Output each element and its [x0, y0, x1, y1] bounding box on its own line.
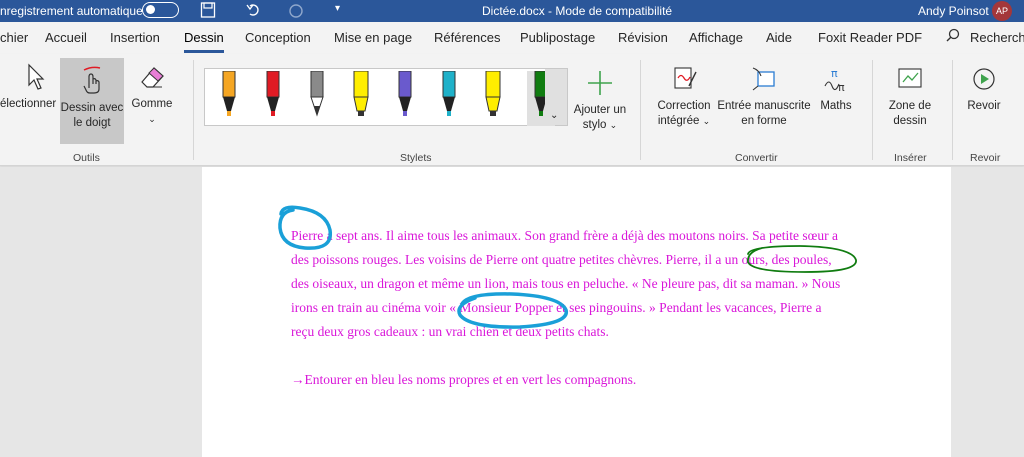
pen-teal-icon[interactable] [435, 70, 463, 126]
autosave-label: nregistrement automatique [0, 4, 143, 18]
pencil-gray-icon[interactable] [303, 70, 331, 126]
ink-replay-button[interactable]: Revoir [960, 64, 1008, 114]
pen-gallery-scroll[interactable]: ⌄ [545, 69, 567, 125]
highlighter-yellow-2-icon[interactable] [479, 70, 507, 126]
ink-to-shape-label-1: Entrée manuscrite [717, 100, 811, 112]
separator [640, 60, 641, 160]
chevron-down-icon[interactable]: ⌄ [550, 110, 558, 121]
group-label-insert: Insérer [894, 152, 927, 164]
ink-to-shape-label-2: en forme [741, 115, 787, 127]
replay-icon [969, 68, 999, 97]
tab-publipostage[interactable]: Publipostage [520, 30, 595, 45]
ink-replay-label: Revoir [967, 100, 1001, 112]
tab-foxit[interactable]: Foxit Reader PDF [818, 30, 922, 45]
search-icon[interactable] [946, 28, 960, 45]
touch-draw-label-1: Dessin avec [60, 102, 124, 114]
hand-touch-icon [78, 66, 106, 99]
autosave-toggle[interactable] [142, 2, 179, 18]
select-button[interactable]: électionner [0, 62, 58, 112]
eraser-label: Gomme [131, 98, 173, 110]
undo-icon[interactable] [246, 1, 262, 22]
paragraph-line[interactable]: des poissons rouges. Les voisins de Pier… [291, 252, 832, 268]
touch-draw-button[interactable]: Dessin avec le doigt [60, 58, 124, 144]
pen-red-icon[interactable] [259, 70, 287, 126]
search-input[interactable]: Recherch [970, 30, 1024, 45]
ink-to-shape-button[interactable]: Entrée manuscrite en forme [716, 64, 812, 129]
pen-gallery: ⌄ [204, 68, 568, 126]
document-title: Dictée.docx - Mode de compatibilité [482, 4, 673, 18]
tab-dessin[interactable]: Dessin [184, 30, 224, 53]
title-bar: nregistrement automatique ▾ Dictée.docx … [0, 0, 1024, 22]
svg-text:π: π [838, 81, 845, 94]
separator [872, 60, 873, 160]
save-icon[interactable] [200, 1, 216, 22]
add-pen-label-1: Ajouter un [573, 104, 627, 116]
group-label-pens: Stylets [400, 152, 432, 164]
group-label-tools: Outils [73, 152, 100, 164]
cursor-icon [12, 63, 46, 95]
tab-conception[interactable]: Conception [245, 30, 311, 45]
pen-galaxy-icon[interactable] [391, 70, 419, 126]
ink-to-math-label: Maths [820, 100, 852, 112]
ribbon-draw: électionner Dessin avec le doigt Gomme ⌄… [0, 54, 1024, 166]
math-icon: ππ [821, 67, 851, 97]
ink-editor-icon [669, 67, 699, 97]
svg-text:π: π [831, 67, 838, 80]
tab-mise-en-page[interactable]: Mise en page [334, 30, 412, 45]
tab-fichier[interactable]: chier [0, 30, 28, 45]
drawing-canvas-label-2: dessin [893, 115, 927, 127]
tab-insertion[interactable]: Insertion [110, 30, 160, 45]
ink-to-shape-icon [749, 67, 779, 97]
separator [193, 60, 194, 160]
user-name[interactable]: Andy Poinsot [918, 4, 989, 18]
ribbon-tabs: chier Accueil Insertion Dessin Conceptio… [0, 22, 1024, 54]
tab-accueil[interactable]: Accueil [45, 30, 87, 45]
plus-icon [585, 71, 615, 101]
tab-revision[interactable]: Révision [618, 30, 668, 45]
eraser-icon [137, 67, 167, 95]
group-label-convert: Convertir [735, 152, 778, 164]
drawing-canvas-button[interactable]: Zone de dessin [880, 64, 940, 129]
paragraph-line[interactable]: irons en train au cinéma voir « Monsieur… [291, 300, 822, 316]
group-label-replay: Revoir [970, 152, 1001, 164]
ink-correction-label-2: intégrée [657, 115, 700, 127]
drawing-canvas-icon [895, 68, 925, 97]
document-page[interactable]: Pierre a sept ans. Il aime tous les anim… [202, 167, 951, 457]
pen-orange-icon[interactable] [215, 70, 243, 126]
paragraph-line[interactable]: Pierre a sept ans. Il aime tous les anim… [291, 228, 838, 244]
add-pen-button[interactable]: Ajouter un stylo ⌄ [570, 68, 630, 133]
paragraph-line[interactable]: reçu deux gros cadeaux : un vrai chien e… [291, 324, 609, 340]
redo-icon[interactable] [288, 1, 304, 22]
customize-toolbar-icon[interactable]: ▾ [335, 3, 340, 14]
add-pen-label-2: stylo [582, 119, 607, 131]
tab-affichage[interactable]: Affichage [689, 30, 743, 45]
ink-correction-label-1: Correction [657, 100, 711, 112]
eraser-button[interactable]: Gomme ⌄ [128, 62, 176, 127]
avatar[interactable]: AP [992, 1, 1012, 21]
tab-aide[interactable]: Aide [766, 30, 792, 45]
select-label: électionner [0, 98, 57, 110]
ink-correction-button[interactable]: Correction intégrée ⌄ [650, 64, 718, 129]
eraser-dropdown-icon[interactable]: ⌄ [128, 112, 176, 127]
drawing-canvas-label-1: Zone de [888, 100, 932, 112]
instruction-line[interactable]: →Entourer en bleu les noms propres et en… [291, 372, 636, 388]
paragraph-line[interactable]: des oiseaux, un dragon et même un lion, … [291, 276, 840, 292]
highlighter-yellow-icon[interactable] [347, 70, 375, 126]
ink-to-math-button[interactable]: ππ Maths [814, 64, 858, 114]
tab-references[interactable]: Références [434, 30, 500, 45]
touch-draw-label-2: le doigt [73, 117, 111, 129]
separator [952, 60, 953, 160]
